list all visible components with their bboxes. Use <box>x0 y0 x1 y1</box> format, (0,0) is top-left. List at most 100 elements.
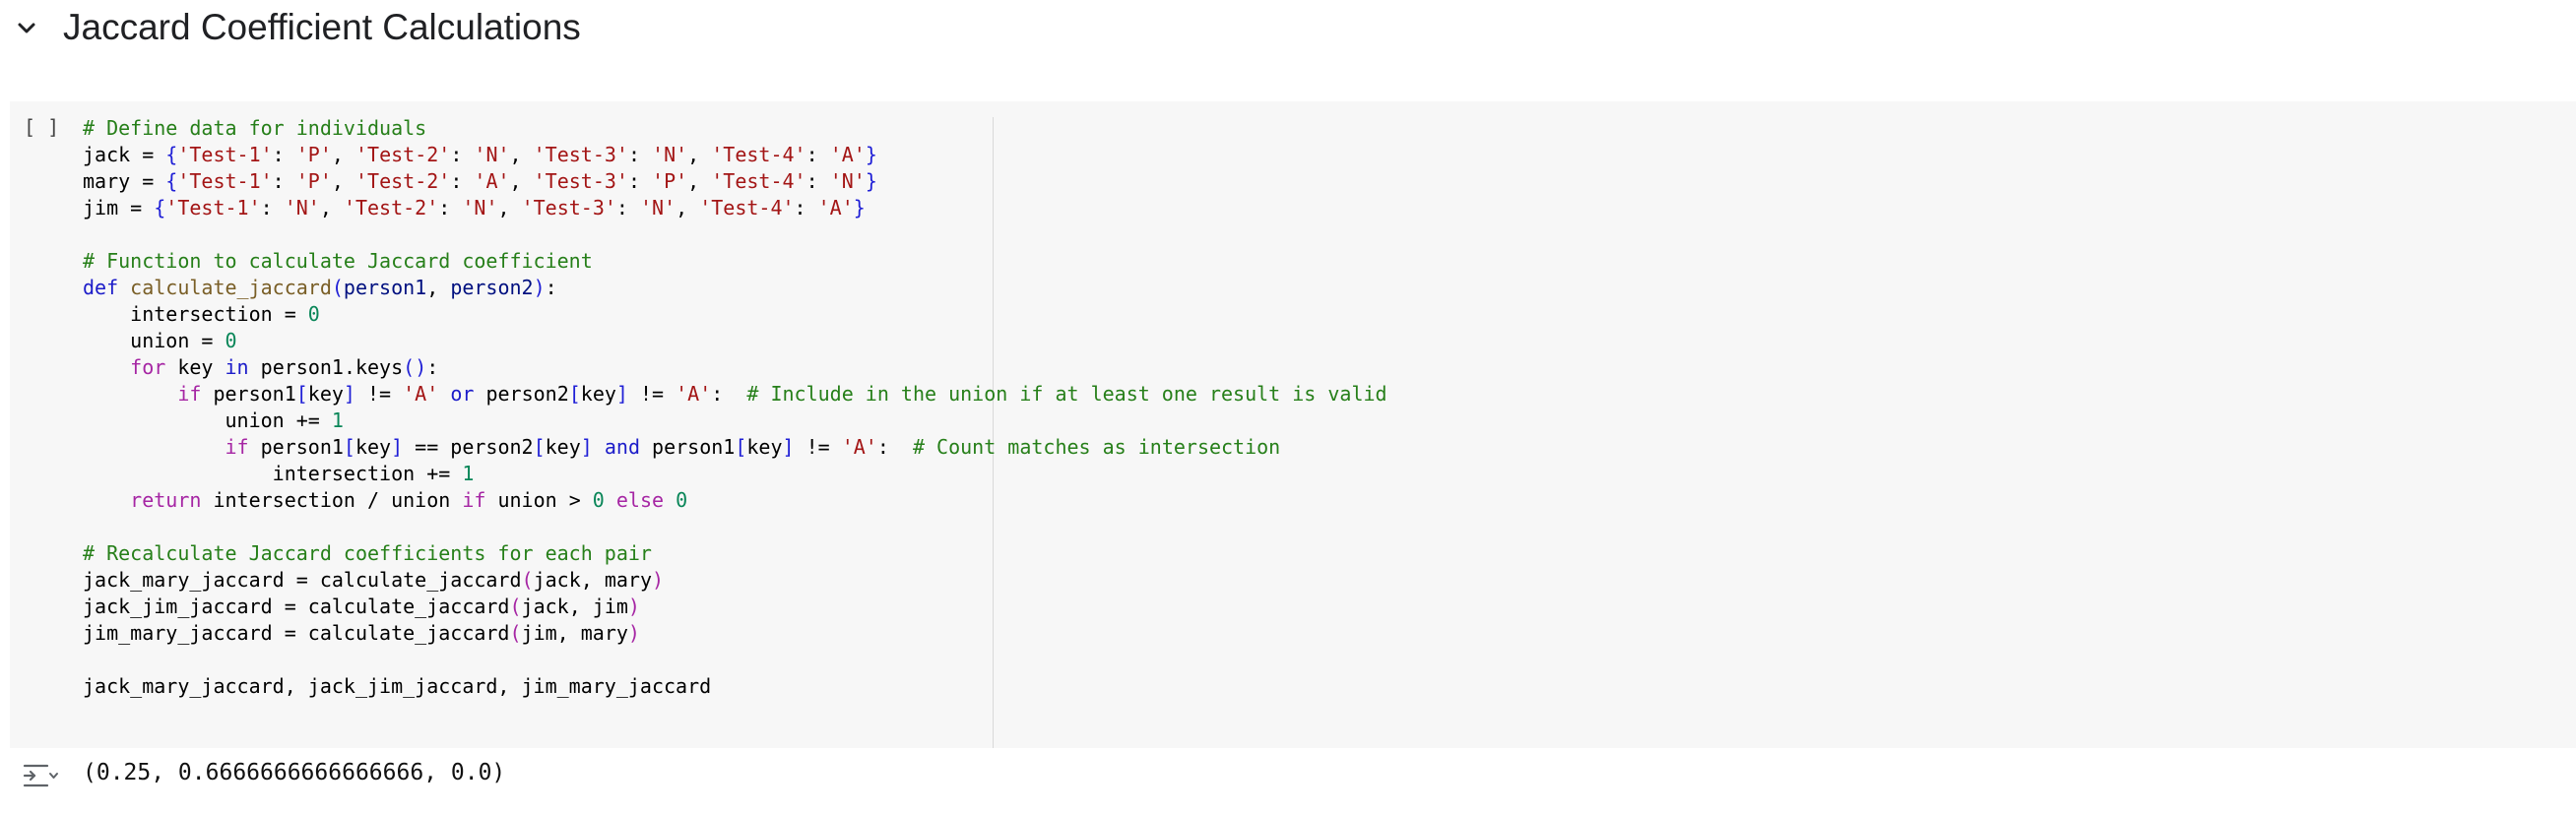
code-token: : <box>450 143 475 166</box>
code-token: intersection += <box>83 462 463 485</box>
code-token: , <box>676 196 700 219</box>
code-token: 'P' <box>652 169 688 193</box>
code-token: : <box>794 196 818 219</box>
code-token: , <box>687 143 712 166</box>
code-token: person1 <box>639 435 736 459</box>
code-token: : <box>805 169 830 193</box>
code-cell[interactable]: [ ] # Define data for individuals jack = … <box>10 101 2576 748</box>
code-line: # Define data for individuals <box>83 115 1387 142</box>
code-token: jack_jim_jaccard = calculate_jaccard <box>83 595 510 618</box>
code-token: : <box>272 169 296 193</box>
code-token: 1 <box>462 462 475 485</box>
code-token: jack, mary <box>533 568 652 592</box>
code-token: [ <box>343 435 355 459</box>
code-token: 'Test-1' <box>165 196 261 219</box>
code-token: { <box>154 196 166 219</box>
code-token: : <box>627 143 653 166</box>
output-area: (0.25, 0.6666666666666666, 0.0) <box>0 748 2576 815</box>
code-line: jack = {'Test-1': 'P', 'Test-2': 'N', 'T… <box>83 142 1387 168</box>
code-token: 'Test-4' <box>699 196 795 219</box>
code-token: if <box>462 488 486 512</box>
code-token: union += <box>83 408 332 432</box>
code-token: , <box>687 169 712 193</box>
chevron-down-icon[interactable] <box>12 14 41 43</box>
code-token: else <box>615 488 665 512</box>
code-token: ) <box>627 621 640 645</box>
code-line: jack_jim_jaccard = calculate_jaccard(jac… <box>83 594 1387 620</box>
code-line: mary = {'Test-1': 'P', 'Test-2': 'A', 'T… <box>83 168 1387 195</box>
code-token: ) <box>533 276 546 299</box>
code-token: ] <box>615 382 628 406</box>
code-token: key <box>545 435 581 459</box>
code-token: 'N' <box>652 143 688 166</box>
code-token: 'N' <box>284 196 320 219</box>
code-token: 'A' <box>841 435 877 459</box>
code-token: person2 <box>474 382 569 406</box>
code-token: 'Test-3' <box>533 169 628 193</box>
code-editor[interactable]: # Define data for individuals jack = {'Te… <box>83 115 1387 700</box>
code-token: jack_mary_jaccard = calculate_jaccard <box>83 568 522 592</box>
code-token: jack_mary_jaccard, jack_jim_jaccard, jim… <box>83 674 712 698</box>
run-cell-button[interactable]: [ ] <box>24 115 59 139</box>
code-token: { <box>165 169 178 193</box>
code-token: key <box>165 355 225 379</box>
code-token: : <box>545 276 557 299</box>
code-token: 'Test-3' <box>521 196 616 219</box>
output-toggle-icon[interactable] <box>22 761 59 790</box>
code-token: != <box>354 382 404 406</box>
code-token: : <box>615 196 640 219</box>
code-token: [ <box>533 435 546 459</box>
code-line: if person1[key] != 'A' or person2[key] !… <box>83 381 1386 408</box>
code-token: mary = <box>83 169 166 193</box>
code-line: intersection = 0 <box>83 301 1387 328</box>
code-token: 0 <box>225 329 237 352</box>
code-token: 0 <box>676 488 688 512</box>
code-token: () <box>403 355 427 379</box>
code-token: , <box>509 143 534 166</box>
code-token: for <box>130 355 166 379</box>
code-token: jim, mary <box>521 621 628 645</box>
code-token: calculate_jaccard <box>130 276 332 299</box>
code-token: 'N' <box>462 196 498 219</box>
code-token: [ <box>295 382 308 406</box>
code-token: 0 <box>307 302 320 326</box>
code-token: if <box>177 382 202 406</box>
code-token: person1 <box>248 435 344 459</box>
code-token: , <box>331 143 355 166</box>
code-token: , <box>509 169 534 193</box>
code-token: [ <box>735 435 747 459</box>
code-token: 'A' <box>817 196 854 219</box>
code-token: intersection / union <box>201 488 463 512</box>
code-token: , <box>497 196 522 219</box>
code-token: key <box>354 435 392 459</box>
code-token: person2 <box>450 276 534 299</box>
code-token: 'Test-2' <box>354 143 451 166</box>
code-token: , <box>426 276 451 299</box>
code-token: ] <box>391 435 404 459</box>
code-token: 'Test-4' <box>711 143 806 166</box>
code-token: union = <box>83 329 225 352</box>
code-token: ] <box>580 435 593 459</box>
code-token: ) <box>627 595 640 618</box>
code-token: 'A' <box>676 382 712 406</box>
code-token: , <box>319 196 344 219</box>
code-token: if <box>225 435 249 459</box>
code-token: } <box>853 196 866 219</box>
code-token: 'P' <box>295 169 332 193</box>
code-token: intersection = <box>83 302 308 326</box>
code-token: , <box>331 169 355 193</box>
code-token: ( <box>509 621 522 645</box>
code-line: union = 0 <box>83 328 1387 354</box>
code-token: key <box>307 382 344 406</box>
code-token: person1 <box>343 276 427 299</box>
code-token: 'N' <box>829 169 866 193</box>
code-token: 'Test-3' <box>533 143 628 166</box>
code-token: } <box>865 143 877 166</box>
code-line: # Function to calculate Jaccard coeffici… <box>83 248 1387 275</box>
